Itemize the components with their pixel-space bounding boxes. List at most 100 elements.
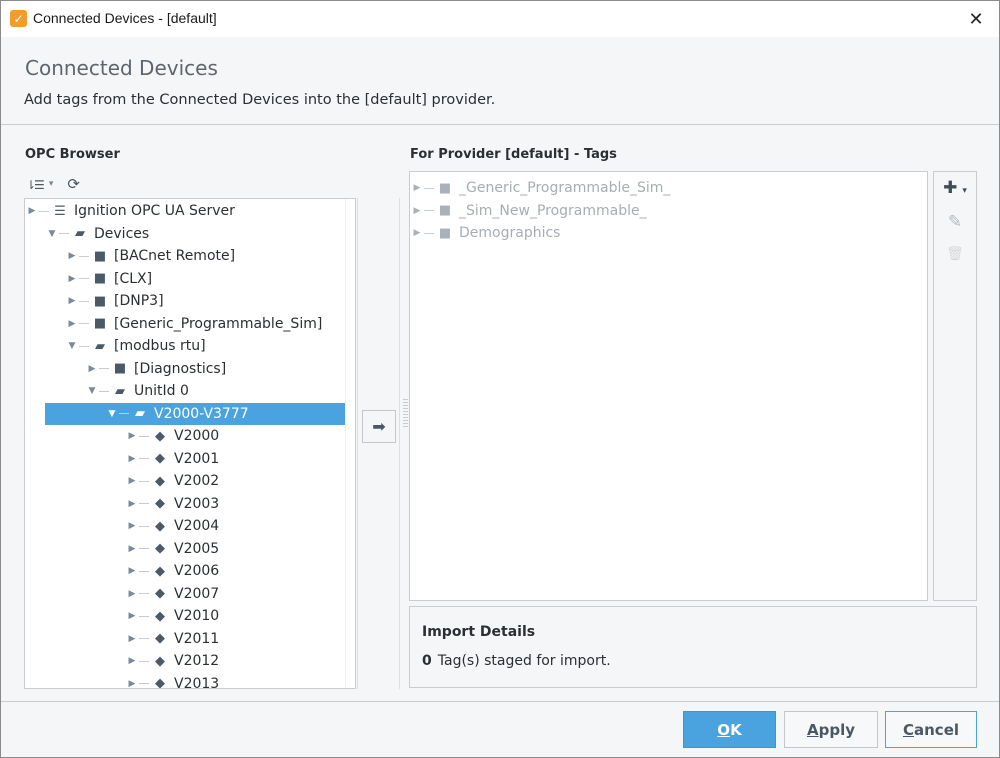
sort-dropdown-caret-icon[interactable]: ▾ — [49, 179, 54, 189]
tree-scrollbar[interactable] — [345, 199, 355, 688]
ok-button[interactable]: OK — [683, 711, 776, 748]
collapsed-arrow-icon[interactable]: ▶ — [127, 431, 137, 441]
tree-node-label: V2000-V3777 — [154, 405, 249, 422]
collapsed-arrow-icon[interactable]: ▶ — [127, 476, 137, 486]
expanded-arrow-icon[interactable]: ▼ — [67, 341, 77, 351]
tree-connector — [79, 323, 89, 324]
tree-tag-item[interactable]: ▶ ◆ V2013 — [25, 673, 345, 689]
tree-node-label: Devices — [94, 225, 150, 242]
tag-icon: ◆ — [155, 451, 165, 466]
sort-button[interactable]: ⇂☰ — [26, 175, 45, 193]
collapsed-arrow-icon[interactable]: ▶ — [67, 251, 77, 261]
collapsed-arrow-icon[interactable]: ▶ — [127, 454, 137, 464]
tree-node[interactable]: ▼ ▰ Devices — [25, 223, 345, 245]
provider-tag-label: Demographics — [459, 225, 561, 241]
collapsed-arrow-icon[interactable]: ▶ — [67, 296, 77, 306]
apply-button[interactable]: Apply — [784, 711, 878, 748]
expanded-arrow-icon[interactable]: ▼ — [87, 386, 97, 396]
collapsed-arrow-icon[interactable]: ▶ — [67, 319, 77, 329]
tree-tag-item[interactable]: ▶ ◆ V2005 — [25, 538, 345, 560]
tree-node-label: [DNP3] — [114, 293, 164, 309]
refresh-button[interactable]: ⟳ — [67, 175, 80, 193]
folder-icon: ■ — [113, 361, 127, 376]
tree-node[interactable]: ▶ ■ [Generic_Programmable_Sim] — [25, 313, 345, 335]
tree-connector — [99, 368, 109, 369]
tree-node[interactable]: ▶ ■ [BACnet Remote] — [25, 245, 345, 267]
collapsed-arrow-icon[interactable]: ▶ — [412, 206, 422, 216]
tree-node-label: [Generic_Programmable_Sim] — [114, 315, 323, 332]
tree-tag-item[interactable]: ▶ ◆ V2006 — [25, 560, 345, 582]
tag-icon: ◆ — [155, 631, 165, 646]
tree-tag-item[interactable]: ▶ ◆ V2010 — [25, 605, 345, 627]
tree-node[interactable]: ▶ ■ [DNP3] — [25, 290, 345, 312]
tree-tag-item[interactable]: ▶ ◆ V2012 — [25, 650, 345, 672]
edit-tag-button[interactable]: ✎ — [934, 212, 976, 232]
add-tag-button[interactable]: ✚ ▾ — [934, 178, 976, 198]
tree-node[interactable]: ▶ ■ [Diagnostics] — [25, 358, 345, 380]
tree-node[interactable]: ▼ ▰ V2000-V3777 — [45, 402, 345, 425]
tree-connector — [139, 548, 149, 549]
tree-tag-item[interactable]: ▶ ◆ V2011 — [25, 628, 345, 650]
collapsed-arrow-icon[interactable]: ▶ — [67, 274, 77, 284]
expanded-arrow-icon[interactable]: ▼ — [107, 409, 117, 419]
provider-tag-label: _Sim_New_Programmable_ — [459, 202, 647, 219]
collapsed-arrow-icon[interactable]: ▶ — [87, 364, 97, 374]
tree-tag-item[interactable]: ▶ ◆ V2001 — [25, 448, 345, 470]
delete-tag-button[interactable]: 🗑 — [934, 246, 976, 262]
dialog-window: ✓ Connected Devices - [default] ✕ Connec… — [0, 0, 1000, 758]
tree-connector — [139, 503, 149, 504]
collapsed-arrow-icon[interactable]: ▶ — [127, 634, 137, 644]
tag-icon: ◆ — [155, 473, 165, 489]
collapsed-arrow-icon[interactable]: ▶ — [127, 566, 137, 576]
tree-tag-item[interactable]: ▶ ◆ V2000 — [25, 425, 345, 447]
close-button[interactable]: ✕ — [953, 1, 999, 37]
tree-connector — [139, 458, 149, 459]
folder-icon: ■ — [93, 316, 107, 331]
collapsed-arrow-icon[interactable]: ▶ — [127, 656, 137, 666]
plus-icon: ✚ — [943, 178, 958, 198]
transfer-panel — [357, 198, 400, 689]
collapsed-arrow-icon[interactable]: ▶ — [127, 521, 137, 531]
close-icon: ✕ — [968, 8, 984, 30]
tree-node[interactable]: ▼ ▰ UnitId 0 — [25, 380, 345, 402]
collapsed-arrow-icon[interactable]: ▶ — [412, 228, 422, 238]
split-pane-handle[interactable] — [403, 399, 408, 429]
expanded-arrow-icon[interactable]: ▼ — [47, 229, 57, 239]
collapsed-arrow-icon[interactable]: ▶ — [27, 206, 37, 216]
tree-node-label: V2002 — [174, 473, 220, 489]
header-description: Add tags from the Connected Devices into… — [24, 92, 496, 108]
tree-connector — [99, 390, 109, 392]
tree-node[interactable]: ▶ ■ [CLX] — [25, 268, 345, 290]
title-bar: ✓ Connected Devices - [default] ✕ — [1, 1, 999, 37]
tree-tag-item[interactable]: ▶ ◆ V2003 — [25, 493, 345, 515]
tree-node-label: [CLX] — [114, 270, 153, 287]
tree-tag-item[interactable]: ▶ ◆ V2002 — [25, 470, 345, 492]
provider-tags-tree[interactable]: ▶ ■ _Generic_Programmable_Sim_ ▶ ■ _Sim_New_P… — [409, 171, 928, 601]
ignition-app-icon: ✓ — [10, 10, 27, 27]
tag-icon: ◆ — [155, 541, 165, 556]
refresh-icon: ⟳ — [67, 175, 80, 193]
tree-node[interactable]: ▶ ☰ Ignition OPC UA Server — [25, 200, 345, 222]
collapsed-arrow-icon[interactable]: ▶ — [127, 499, 137, 509]
cancel-button[interactable]: Cancel — [885, 711, 977, 748]
provider-tag-folder[interactable]: ▶ ■ _Generic_Programmable_Sim_ — [412, 177, 671, 199]
collapsed-arrow-icon[interactable]: ▶ — [127, 544, 137, 554]
import-details-title: Import Details — [422, 624, 536, 640]
tree-tag-item[interactable]: ▶ ◆ V2004 — [25, 515, 345, 537]
opc-browser-tree[interactable]: ▶ ☰ Ignition OPC UA Server ▼ ▰ Devices ▶ ■ [BACn… — [24, 198, 356, 689]
tree-node-label: V2003 — [174, 495, 220, 512]
tree-node[interactable]: ▼ ▰ [modbus rtu] — [25, 335, 345, 357]
provider-tag-folder[interactable]: ▶ ■ _Sim_New_Programmable_ — [412, 200, 647, 222]
add-to-provider-button[interactable]: ➡ — [362, 410, 396, 443]
collapsed-arrow-icon[interactable]: ▶ — [127, 589, 137, 599]
collapsed-arrow-icon[interactable]: ▶ — [412, 183, 422, 193]
collapsed-arrow-icon[interactable]: ▶ — [127, 611, 137, 621]
apply-mnemonic: A — [806, 720, 819, 739]
tree-tag-item[interactable]: ▶ ◆ V2007 — [25, 583, 345, 605]
server-icon: ☰ — [54, 203, 66, 219]
tag-icon: ◆ — [155, 563, 165, 579]
provider-tag-folder[interactable]: ▶ ■ Demographics — [412, 222, 561, 244]
tree-connector — [139, 435, 149, 437]
collapsed-arrow-icon[interactable]: ▶ — [127, 679, 137, 689]
tag-icon: ◆ — [155, 586, 165, 601]
